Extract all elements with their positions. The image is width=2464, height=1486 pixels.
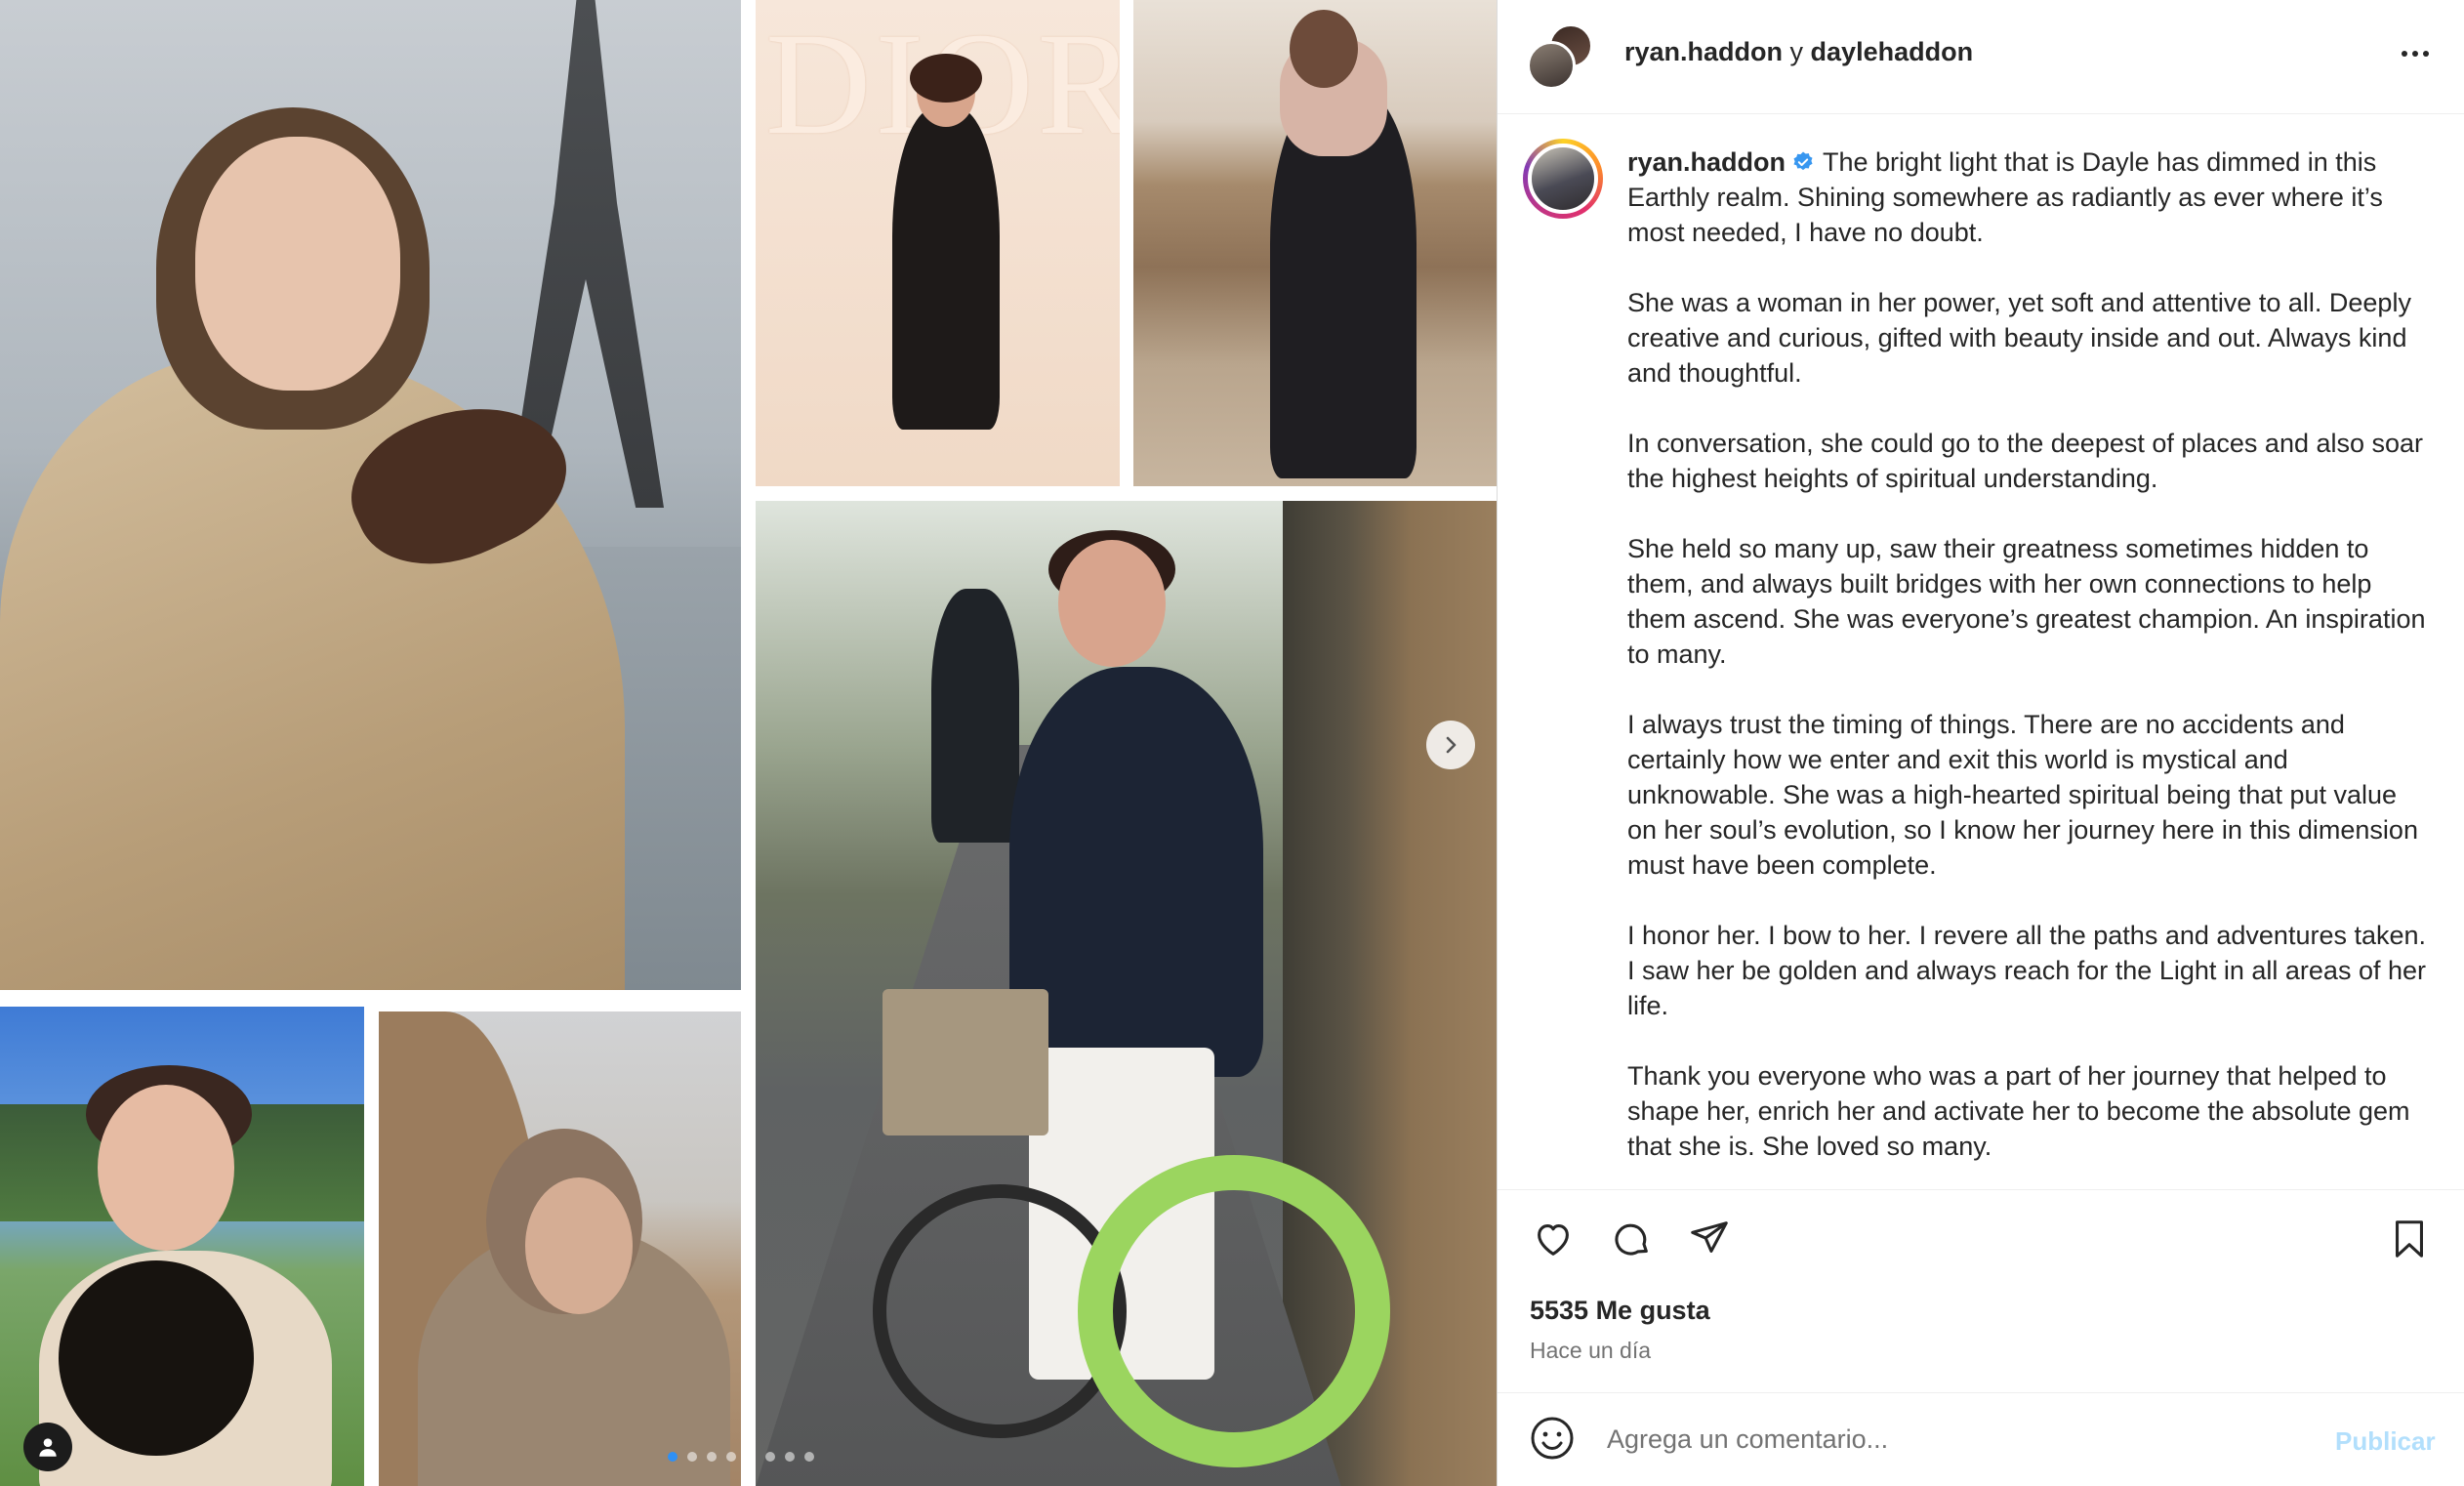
carousel-dot — [707, 1452, 717, 1462]
comment-input[interactable] — [1607, 1415, 2290, 1464]
heart-icon — [1538, 1224, 1569, 1256]
carousel-dot — [687, 1452, 697, 1462]
post-panel: ryan.haddon y daylehaddon ryan.haddon The… — [1497, 0, 2464, 1486]
carousel-dot — [765, 1452, 775, 1462]
share-button[interactable] — [1686, 1216, 1733, 1262]
more-options-button[interactable] — [2396, 39, 2435, 68]
shopping-bag — [883, 989, 1048, 1135]
avatar — [1527, 41, 1576, 90]
collab-avatars[interactable] — [1527, 23, 1597, 92]
figure-head — [1290, 10, 1358, 88]
carousel-dot — [726, 1452, 736, 1462]
emoji-icon[interactable] — [1529, 1415, 1576, 1462]
post-header: ryan.haddon y daylehaddon — [1498, 0, 2464, 114]
figure-face — [525, 1177, 633, 1314]
like-button[interactable] — [1530, 1216, 1577, 1262]
caption-paragraph: In conversation, she could go to the dee… — [1627, 429, 2424, 493]
photo-desert — [1133, 0, 1497, 486]
photo-sphinx — [379, 1011, 741, 1486]
author-link-ryan[interactable]: ryan.haddon — [1624, 37, 1783, 66]
caption-paragraph: I always trust the timing of things. The… — [1627, 710, 2418, 880]
cyclist-shape — [931, 589, 1019, 843]
author-link-dayle[interactable]: daylehaddon — [1811, 37, 1974, 66]
goat-shape — [59, 1260, 254, 1456]
carousel-dot — [804, 1452, 814, 1462]
comment-button[interactable] — [1608, 1216, 1655, 1262]
photo-dior-event: DIOR — [756, 0, 1120, 486]
post-media[interactable]: DIOR — [0, 0, 1497, 1486]
carousel-dot — [785, 1452, 795, 1462]
chevron-right-icon — [1446, 736, 1457, 754]
author-join: y — [1789, 37, 1804, 66]
caption-paragraph: I honor her. I bow to her. I revere all … — [1627, 921, 2427, 1020]
post-caption: ryan.haddon The bright light that is Dayl… — [1627, 144, 2428, 1199]
like-count[interactable]: 5535 Me gusta — [1530, 1296, 1710, 1326]
photo-goat — [0, 1007, 364, 1486]
more-icon — [2402, 51, 2429, 57]
caption-avatar[interactable] — [1523, 139, 1603, 219]
caption-paragraph: ryan.haddon The bright light that is Dayl… — [1627, 144, 2428, 250]
figure-head — [1058, 540, 1166, 667]
figure-body — [892, 107, 1000, 430]
caption-username[interactable]: ryan.haddon — [1627, 147, 1786, 177]
bike-fender — [1078, 1155, 1390, 1467]
share-icon — [1691, 1221, 1728, 1253]
tagged-users-button[interactable] — [23, 1423, 72, 1471]
carousel-dot — [746, 1452, 756, 1462]
figure-head — [98, 1085, 234, 1251]
comment-bar: Publicar — [1498, 1392, 2464, 1486]
carousel-indicator — [668, 1452, 814, 1462]
photo-paris-coat — [0, 0, 741, 990]
actions-divider — [1498, 1189, 2464, 1190]
face-shape — [195, 137, 400, 391]
figure-hair — [910, 54, 982, 103]
verified-icon — [1793, 151, 1813, 171]
photo-bike — [756, 501, 1497, 1486]
caption-paragraph: She held so many up, saw their greatness… — [1627, 534, 2426, 669]
caption-paragraph: Thank you everyone who was a part of her… — [1627, 1061, 2410, 1161]
bookmark-icon — [2396, 1220, 2423, 1258]
user-tag-icon — [39, 1438, 57, 1457]
post-authors: ryan.haddon y daylehaddon — [1624, 37, 1973, 67]
comment-icon — [1615, 1223, 1648, 1256]
save-button[interactable] — [2386, 1216, 2433, 1262]
post-timestamp[interactable]: Hace un día — [1530, 1338, 1651, 1364]
caption-paragraph: She was a woman in her power, yet soft a… — [1627, 288, 2411, 388]
publish-button[interactable]: Publicar — [2335, 1426, 2436, 1457]
carousel-dot — [668, 1452, 678, 1462]
carousel-next-button[interactable] — [1426, 721, 1475, 769]
